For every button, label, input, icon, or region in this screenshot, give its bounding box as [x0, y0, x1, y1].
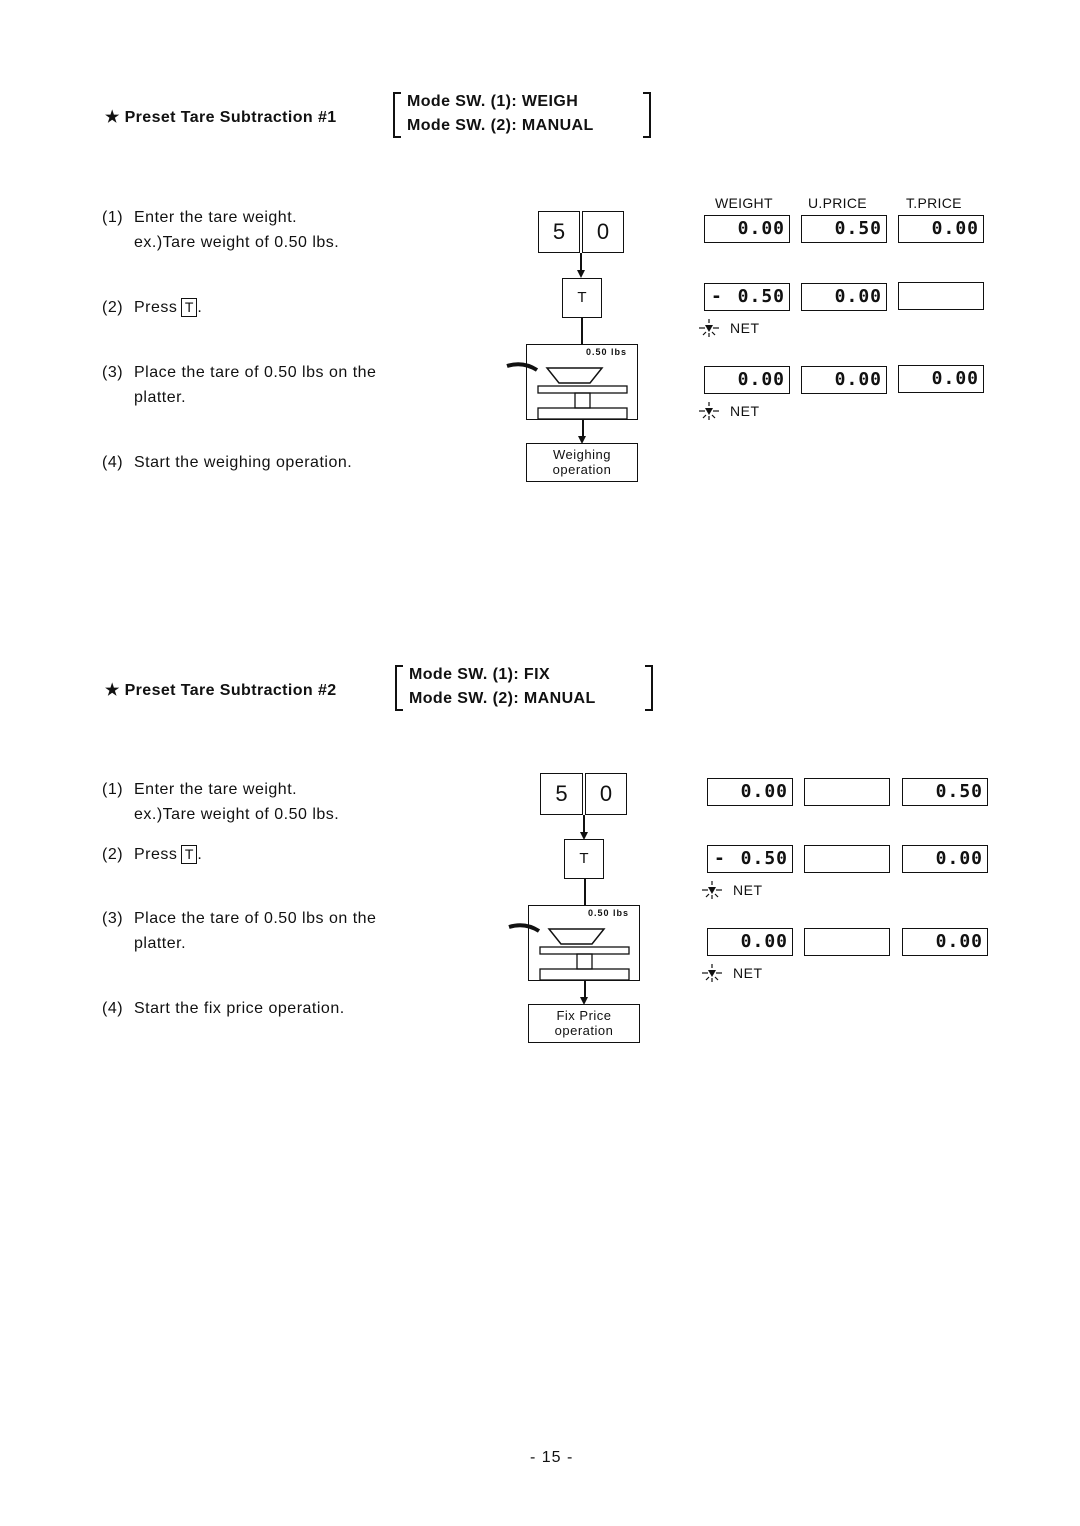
net-indicator-lit-icon — [702, 964, 722, 982]
weight-display: 0.00 — [707, 778, 793, 806]
fix-price-operation-box: Fix Price operation — [528, 1004, 640, 1043]
mode-switch-settings: Mode SW. (1): FIX Mode SW. (2): MANUAL — [395, 663, 653, 711]
key-5: 5 — [538, 211, 580, 253]
unit-price-display: 0.00 — [801, 283, 887, 311]
weighing-operation-box: Weighing operation — [526, 443, 638, 482]
total-price-display: 0.00 — [898, 365, 984, 393]
weight-display: -0.50 — [707, 845, 793, 873]
mode-line: Mode SW. (2): MANUAL — [409, 690, 596, 707]
scale-diagram: 0.50 lbs — [528, 905, 640, 981]
weight-display: -0.50 — [704, 283, 790, 311]
mode-switch-settings: Mode SW. (1): WEIGH Mode SW. (2): MANUAL — [393, 90, 651, 138]
tare-key-glyph: T — [181, 298, 198, 318]
step-1: (1) Enter the tare weight. ex.)Tare weigh… — [102, 209, 340, 251]
flow-line — [581, 318, 583, 344]
total-price-display: 0.50 — [902, 778, 988, 806]
net-label: NET — [730, 320, 760, 336]
header-weight: WEIGHT — [715, 195, 773, 211]
net-indicator-lit-icon — [699, 319, 719, 337]
step-4: (4) Start the weighing operation. — [102, 454, 353, 471]
step-4: (4) Start the fix price operation. — [102, 1000, 345, 1017]
tare-key-glyph: T — [181, 845, 198, 865]
scale-diagram: 0.50 lbs — [526, 344, 638, 420]
unit-price-display — [804, 778, 890, 806]
header-total-price: T.PRICE — [906, 195, 962, 211]
weight-display: 0.00 — [707, 928, 793, 956]
total-price-display: 0.00 — [902, 928, 988, 956]
key-tare: T — [564, 839, 604, 879]
key-5: 5 — [540, 773, 583, 815]
unit-price-display: 0.00 — [801, 366, 887, 394]
scale-platter-icon — [537, 367, 628, 419]
net-label: NET — [733, 882, 763, 898]
step-2: (2) Press T. — [102, 298, 203, 318]
mode-line: Mode SW. (2): MANUAL — [407, 117, 594, 134]
weight-display: 0.00 — [704, 366, 790, 394]
net-indicator-lit-icon — [702, 881, 722, 899]
page-number: - 15 - — [530, 1449, 574, 1466]
key-0: 0 — [585, 773, 627, 815]
scale-platter-icon — [539, 928, 630, 980]
total-price-display: 0.00 — [898, 215, 984, 243]
total-price-display: 0.00 — [902, 845, 988, 873]
key-tare: T — [562, 278, 602, 318]
net-indicator-lit-icon — [699, 402, 719, 420]
step-3: (3) Place the tare of 0.50 lbs on the pla… — [102, 364, 377, 406]
placing-arrow-icon — [506, 362, 539, 372]
mode-line: Mode SW. (1): FIX — [409, 666, 551, 683]
key-0: 0 — [582, 211, 624, 253]
unit-price-display — [804, 928, 890, 956]
mode-line: Mode SW. (1): WEIGH — [407, 93, 579, 110]
section-title: ★ Preset Tare Subtraction #2 — [105, 682, 337, 699]
total-price-display — [898, 282, 984, 310]
step-3: (3) Place the tare of 0.50 lbs on the pla… — [102, 910, 377, 952]
flow-line — [584, 879, 586, 905]
placing-arrow-icon — [508, 923, 541, 933]
net-label: NET — [733, 965, 763, 981]
unit-price-display: 0.50 — [801, 215, 887, 243]
section-title: ★ Preset Tare Subtraction #1 — [105, 109, 337, 126]
weight-display: 0.00 — [704, 215, 790, 243]
arrow-down-icon — [577, 270, 585, 278]
header-unit-price: U.PRICE — [808, 195, 867, 211]
net-label: NET — [730, 403, 760, 419]
step-1: (1) Enter the tare weight. ex.)Tare weigh… — [102, 781, 340, 823]
step-2: (2) Press T. — [102, 845, 203, 865]
unit-price-display — [804, 845, 890, 873]
